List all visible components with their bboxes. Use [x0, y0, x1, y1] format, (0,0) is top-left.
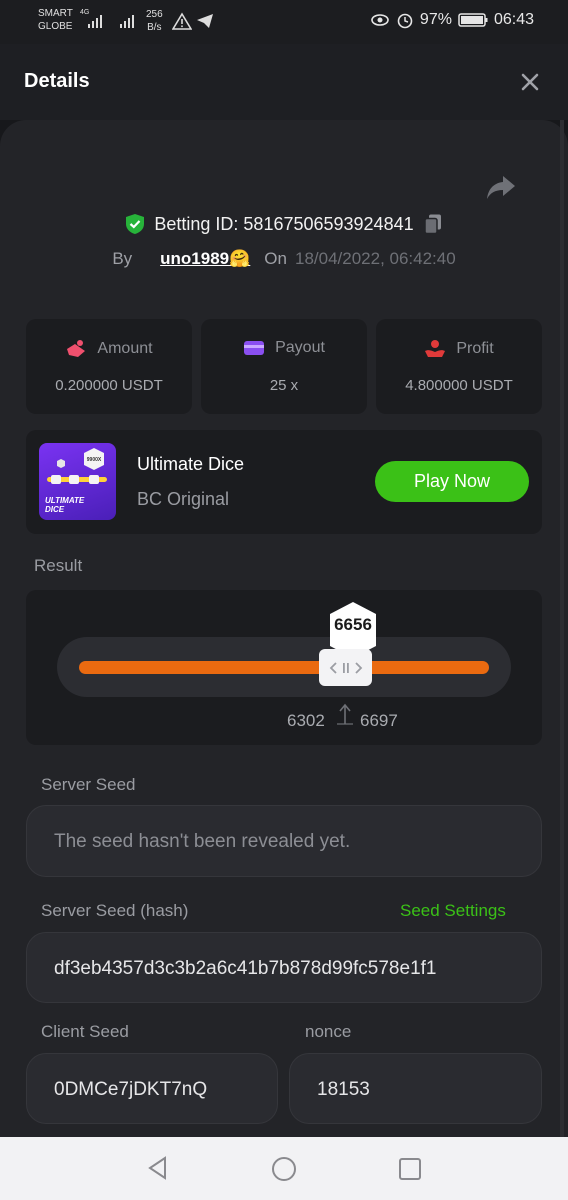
amount-value: 0.200000 USDT: [55, 377, 163, 394]
scrollbar[interactable]: [560, 120, 564, 1137]
client-seed-field[interactable]: 0DMCe7jDKT7nQ: [26, 1053, 278, 1124]
chevron-right-icon: [354, 661, 362, 674]
amount-card: Amount 0.200000 USDT: [26, 319, 192, 414]
share-icon[interactable]: [486, 174, 516, 200]
on-label: On: [264, 249, 287, 268]
profit-card: Profit 4.800000 USDT: [376, 319, 542, 414]
thumb-badge: 9900X: [86, 457, 102, 463]
back-icon[interactable]: [145, 1155, 171, 1181]
network-speed: 256 B/s: [146, 9, 163, 33]
bet-datetime: 18/04/2022, 06:42:40: [294, 249, 456, 268]
profit-label: Profit: [456, 340, 494, 357]
carrier-label: SMART GLOBE: [38, 8, 73, 32]
game-subtitle: BC Original: [137, 489, 230, 509]
verified-shield-icon: [126, 214, 145, 234]
by-label: By: [112, 249, 133, 268]
warning-icon: [172, 12, 192, 30]
server-seed-hash-label: Server Seed (hash): [41, 901, 189, 920]
seed-settings-link[interactable]: Seed Settings: [400, 901, 506, 921]
client-seed-value: 0DMCe7jDKT7nQ: [54, 1079, 208, 1100]
profit-value: 4.800000 USDT: [405, 377, 513, 394]
signal-icon: [88, 15, 102, 28]
payout-card: Payout 25 x: [201, 319, 367, 414]
amount-icon: [67, 340, 86, 357]
payout-value: 25 x: [269, 377, 299, 394]
result-label: Result: [34, 556, 83, 575]
page-title: Details: [24, 70, 90, 92]
chevron-left-icon: [329, 661, 337, 674]
battery-percent: 97%: [419, 11, 452, 28]
username-link[interactable]: uno1989🤗: [160, 249, 250, 269]
betting-id: Betting ID: 58167506593924841: [154, 213, 414, 234]
client-seed-label: Client Seed: [41, 1022, 129, 1041]
payout-label: Payout: [275, 339, 325, 356]
wallet-icon: [244, 341, 265, 355]
server-seed-hash-value: df3eb4357d3c3b2a6c41b7b878d99fc578e1f1: [54, 958, 437, 979]
server-seed-hash-field[interactable]: df3eb4357d3c3b2a6c41b7b878d99fc578e1f1: [26, 932, 542, 1003]
slider-track: [79, 661, 489, 674]
telegram-icon: [197, 14, 213, 28]
recents-icon[interactable]: [397, 1156, 423, 1182]
eye-icon: [371, 14, 389, 26]
slider-handle[interactable]: [319, 649, 372, 686]
close-icon[interactable]: [518, 70, 542, 94]
range-low: 6302: [287, 711, 325, 730]
battery-icon: [458, 13, 488, 27]
profit-icon: [425, 340, 446, 357]
copy-icon[interactable]: [422, 213, 444, 235]
server-seed-label: Server Seed: [41, 775, 136, 794]
betting-id-row: Betting ID: 58167506593924841: [0, 213, 568, 235]
game-name: Ultimate Dice: [137, 454, 245, 474]
alarm-icon: [397, 13, 413, 29]
result-roll: 6656: [334, 615, 372, 634]
clock: 06:43: [493, 11, 534, 28]
server-seed-field[interactable]: The seed hasn't been revealed yet.: [26, 805, 542, 877]
bet-meta-row: By uno1989🤗 On 18/04/2022, 06:42:40: [0, 249, 568, 269]
game-thumbnail[interactable]: 9900X ULTIMATE DICE: [39, 443, 116, 520]
signal-icon-2: [120, 15, 134, 28]
play-now-button[interactable]: Play Now: [375, 461, 529, 502]
nonce-label: nonce: [305, 1022, 352, 1041]
thumb-title: ULTIMATE DICE: [45, 496, 85, 514]
nonce-value: 18153: [317, 1079, 370, 1100]
status-right: 97% 06:43: [370, 11, 534, 29]
amount-label: Amount: [97, 340, 153, 357]
home-icon[interactable]: [270, 1155, 298, 1183]
server-seed-value: The seed hasn't been revealed yet.: [54, 831, 351, 852]
range-high: 6697: [360, 711, 398, 730]
grip-icon: [342, 662, 349, 673]
arrow-up-icon: [337, 703, 353, 725]
nonce-field[interactable]: 18153: [289, 1053, 542, 1124]
